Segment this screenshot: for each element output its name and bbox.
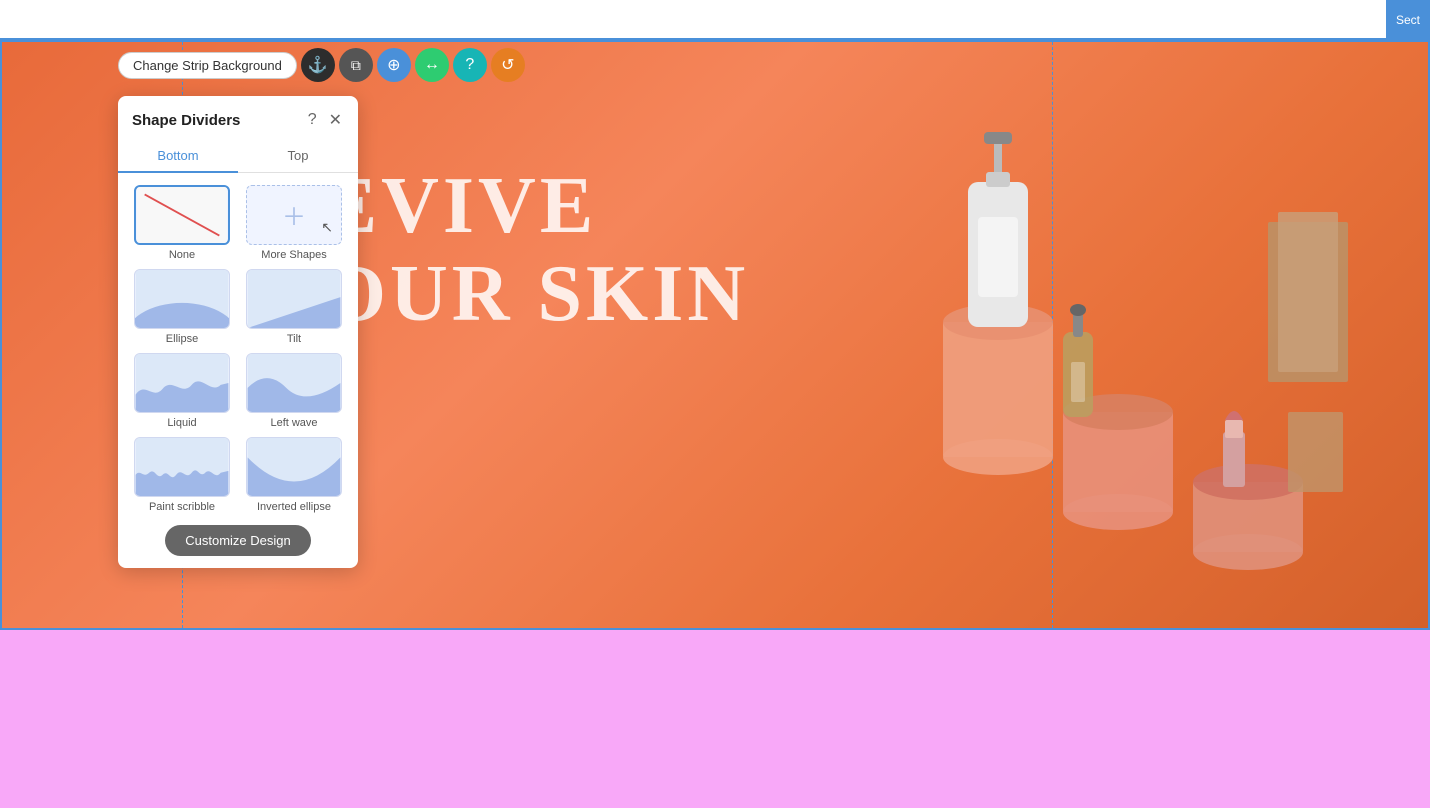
shape-item-inverted-ellipse[interactable]: Inverted ellipse	[242, 437, 346, 513]
products-scene	[848, 62, 1348, 608]
shape-item-paint-scribble[interactable]: Paint scribble	[130, 437, 234, 513]
shape-label-inverted-ellipse: Inverted ellipse	[257, 501, 331, 513]
shape-preview-liquid[interactable]	[134, 353, 230, 413]
shape-label-paint-scribble: Paint scribble	[149, 501, 215, 513]
shape-label-liquid: Liquid	[167, 417, 196, 429]
shape-label-none: None	[169, 249, 195, 261]
ellipse-svg	[135, 270, 229, 328]
shape-label-left-wave: Left wave	[270, 417, 317, 429]
panel-header: Shape Dividers ? ✕	[118, 96, 358, 140]
left-wave-svg	[247, 354, 341, 412]
link-icon-button[interactable]: ↔	[415, 48, 449, 82]
more-plus-icon: ＋	[282, 197, 306, 232]
move-icon: ⊕	[387, 55, 400, 75]
top-bar: Sect	[0, 0, 1430, 40]
refresh-icon: ↺	[501, 55, 514, 75]
shape-preview-tilt[interactable]	[246, 269, 342, 329]
shape-preview-paint-scribble[interactable]	[134, 437, 230, 497]
shape-item-more[interactable]: ＋ ↖ More Shapes	[242, 185, 346, 261]
change-bg-button[interactable]: Change Strip Background	[118, 52, 297, 79]
liquid-svg	[135, 354, 229, 412]
tab-top[interactable]: Top	[238, 140, 358, 173]
tilt-svg	[247, 270, 341, 328]
refresh-icon-button[interactable]: ↺	[491, 48, 525, 82]
link-icon: ↔	[424, 56, 440, 74]
shape-preview-ellipse[interactable]	[134, 269, 230, 329]
shape-preview-more[interactable]: ＋ ↖	[246, 185, 342, 245]
shape-preview-inverted-ellipse[interactable]	[246, 437, 342, 497]
tab-bottom[interactable]: Bottom	[118, 140, 238, 173]
shapes-grid: None ＋ ↖ More Shapes Ellipse	[118, 181, 358, 521]
panel-tabs: Bottom Top	[118, 140, 358, 173]
shape-label-more: More Shapes	[261, 249, 326, 261]
shape-item-left-wave[interactable]: Left wave	[242, 353, 346, 429]
shape-preview-left-wave[interactable]	[246, 353, 342, 413]
shape-dividers-panel: Shape Dividers ? ✕ Bottom Top None ＋ ↖	[118, 96, 358, 568]
shape-label-tilt: Tilt	[287, 333, 301, 345]
help-icon-button[interactable]: ?	[453, 48, 487, 82]
anchor-icon: ⚓	[308, 55, 328, 75]
pink-section	[0, 630, 1430, 808]
floating-toolbar: Change Strip Background ⚓ ⧉ ⊕ ↔ ? ↺	[118, 48, 525, 82]
duplicate-icon-button[interactable]: ⧉	[339, 48, 373, 82]
shape-item-none[interactable]: None	[130, 185, 234, 261]
sect-button[interactable]: Sect	[1386, 0, 1430, 40]
shape-label-ellipse: Ellipse	[166, 333, 198, 345]
panel-title: Shape Dividers	[132, 112, 240, 129]
shape-item-ellipse[interactable]: Ellipse	[130, 269, 234, 345]
shape-item-tilt[interactable]: Tilt	[242, 269, 346, 345]
anchor-icon-button[interactable]: ⚓	[301, 48, 335, 82]
panel-header-icons: ? ✕	[306, 108, 344, 132]
paint-scribble-svg	[135, 438, 229, 496]
customize-design-button[interactable]: Customize Design	[165, 525, 311, 556]
cursor-icon: ↖	[321, 219, 333, 236]
panel-help-button[interactable]: ?	[306, 109, 319, 131]
shape-item-liquid[interactable]: Liquid	[130, 353, 234, 429]
none-svg	[136, 187, 228, 243]
help-icon: ?	[465, 56, 474, 74]
panel-close-button[interactable]: ✕	[327, 108, 344, 132]
products-svg	[848, 62, 1348, 622]
move-icon-button[interactable]: ⊕	[377, 48, 411, 82]
shape-preview-none[interactable]	[134, 185, 230, 245]
inverted-ellipse-svg	[247, 438, 341, 496]
duplicate-icon: ⧉	[351, 57, 361, 74]
